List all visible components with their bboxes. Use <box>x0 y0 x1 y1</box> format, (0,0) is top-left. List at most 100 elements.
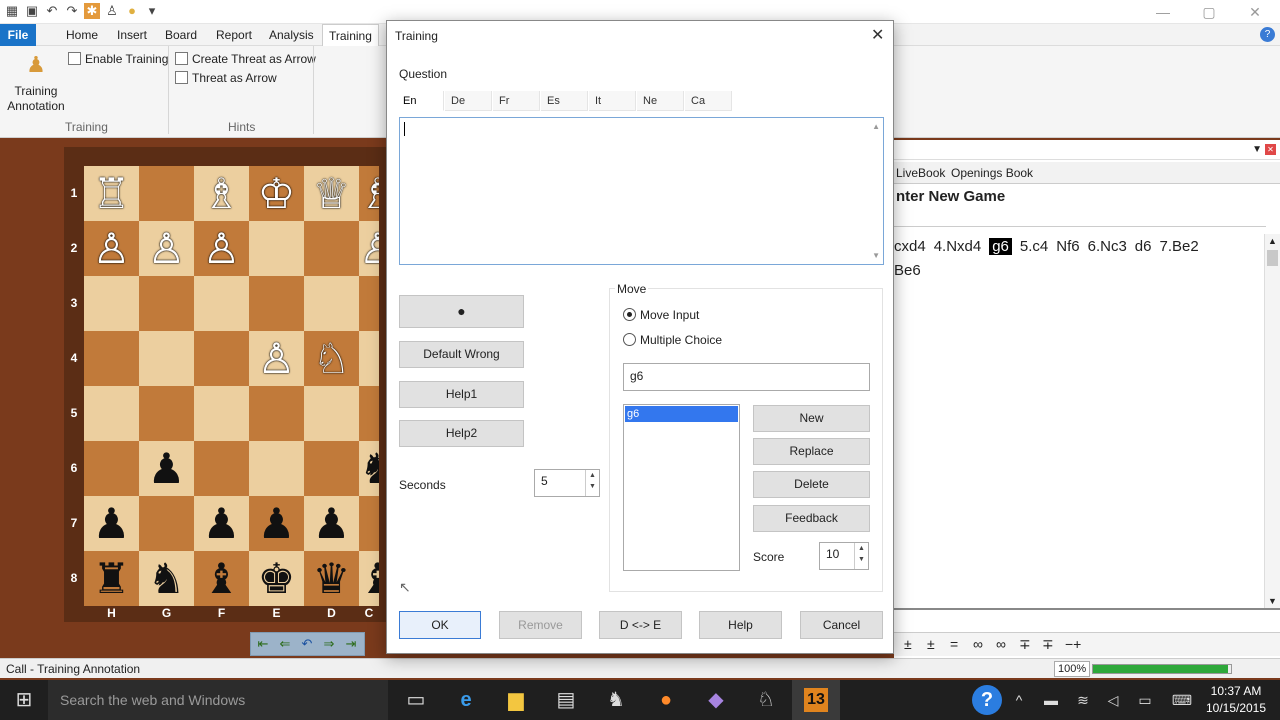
question-textarea[interactable]: ▲ ▼ <box>399 117 884 265</box>
black-piece-icon[interactable]: ♞ <box>148 554 186 603</box>
annotation-symbol-button[interactable]: ± <box>904 636 912 652</box>
board-square[interactable] <box>194 441 249 496</box>
clock-date[interactable]: 10/15/2015 <box>1204 701 1268 715</box>
black-piece-icon[interactable]: ♟ <box>93 499 131 548</box>
board-square[interactable]: ♞ <box>139 551 194 606</box>
board-square[interactable]: ♘ <box>304 331 359 386</box>
board-square[interactable]: ♙ <box>84 221 139 276</box>
tray-chevron-icon[interactable]: ^ <box>1006 680 1032 720</box>
board-square[interactable] <box>194 331 249 386</box>
volume-icon[interactable]: ◁ <box>1100 680 1126 720</box>
replace-button[interactable]: Replace <box>753 438 870 465</box>
black-piece-icon[interactable]: ♞ <box>359 441 379 496</box>
textarea-scroll-down-icon[interactable]: ▼ <box>872 251 880 260</box>
annotation-symbol-button[interactable]: ± <box>927 636 935 652</box>
move-token[interactable]: Nf6 <box>1056 238 1079 255</box>
board-square[interactable] <box>304 386 359 441</box>
tab-it[interactable]: It <box>589 91 636 111</box>
move-be6[interactable]: Be6 <box>894 262 921 279</box>
ok-button[interactable]: OK <box>399 611 481 639</box>
spinner-arrows-icon[interactable]: ▲ ▼ <box>585 470 599 496</box>
board-square[interactable] <box>249 386 304 441</box>
pane-splitter[interactable] <box>894 608 1280 610</box>
scroll-down-icon[interactable]: ▼ <box>1268 596 1277 606</box>
chessbase-icon[interactable]: 13 <box>792 680 840 720</box>
board-square[interactable]: ♞ <box>359 441 379 496</box>
close-window-icon[interactable]: ✕ <box>1240 3 1270 21</box>
wifi-icon[interactable]: ≋ <box>1070 680 1096 720</box>
white-piece-icon[interactable]: ♙ <box>203 224 241 273</box>
scroll-thumb[interactable] <box>1267 250 1278 266</box>
cancel-button[interactable]: Cancel <box>800 611 883 639</box>
tab-ca[interactable]: Ca <box>685 91 732 111</box>
annotation-symbol-button[interactable]: ∞ <box>996 636 1006 652</box>
pane-dropdown-icon[interactable]: ▼ <box>1252 144 1262 155</box>
annotation-symbol-button[interactable]: ∞ <box>973 636 983 652</box>
menu-report[interactable]: Report <box>210 24 258 46</box>
white-piece-icon[interactable]: ♕ <box>313 169 351 218</box>
white-piece-icon[interactable]: ♘ <box>313 334 351 383</box>
last-move-icon[interactable]: ⇥ <box>341 635 361 653</box>
white-piece-icon[interactable]: ♙ <box>258 334 296 383</box>
move-input-radio[interactable]: Move Input <box>623 308 699 322</box>
tab-livebook[interactable]: LiveBook <box>896 166 945 180</box>
board-square[interactable]: ♛ <box>304 551 359 606</box>
black-piece-icon[interactable]: ♟ <box>258 499 296 548</box>
windows-start-icon[interactable]: ⊞ <box>0 680 48 720</box>
board-square[interactable]: ♜ <box>84 551 139 606</box>
board-square[interactable] <box>139 496 194 551</box>
help1-button[interactable]: Help1 <box>399 381 524 408</box>
board-square[interactable]: ♟ <box>249 496 304 551</box>
undo-icon[interactable]: ↶ <box>44 3 60 19</box>
black-piece-icon[interactable]: ♚ <box>258 554 296 603</box>
file-explorer-icon[interactable]: ▆ <box>492 680 540 720</box>
spinner-arrows-icon[interactable]: ▲ ▼ <box>854 543 868 569</box>
annotation-symbol-button[interactable]: = <box>950 636 958 652</box>
board-square[interactable] <box>139 331 194 386</box>
black-piece-icon[interactable]: ♟ <box>148 444 186 493</box>
new-button[interactable]: New <box>753 405 870 432</box>
move-token[interactable]: cxd4 <box>894 238 926 255</box>
board-square[interactable]: ♙ <box>139 221 194 276</box>
board-square[interactable]: ♟ <box>84 496 139 551</box>
board-square[interactable] <box>249 441 304 496</box>
board-square[interactable] <box>304 276 359 331</box>
create-threat-arrow-checkbox[interactable]: Create Threat as Arrow <box>175 52 316 66</box>
board-square[interactable]: ♝ <box>359 551 379 606</box>
menu-board[interactable]: Board <box>159 24 203 46</box>
white-piece-icon[interactable]: ♗ <box>359 166 379 221</box>
pane-close-icon[interactable]: ✕ <box>1265 144 1276 155</box>
feedback-button[interactable]: Feedback <box>753 505 870 532</box>
enable-training-checkbox[interactable]: Enable Training <box>68 52 168 66</box>
board-square[interactable]: ♗ <box>359 166 379 221</box>
menu-analysis[interactable]: Analysis <box>263 24 320 46</box>
move-token[interactable]: 5.c4 <box>1020 238 1048 255</box>
board-square[interactable] <box>359 276 379 331</box>
next-move-icon[interactable]: ⇒ <box>319 635 339 653</box>
board-square[interactable]: ♙ <box>194 221 249 276</box>
move-field[interactable]: g6 <box>623 363 870 391</box>
move-listbox[interactable]: g6 <box>623 404 740 571</box>
remove-button[interactable]: Remove <box>499 611 582 639</box>
chess-app-icon[interactable]: ♘ <box>742 680 790 720</box>
board-square[interactable]: ♟ <box>139 441 194 496</box>
default-wrong-button[interactable]: Default Wrong <box>399 341 524 368</box>
board-square[interactable]: ♚ <box>249 551 304 606</box>
board-square[interactable] <box>84 441 139 496</box>
board-square[interactable]: ♕ <box>304 166 359 221</box>
search-box[interactable]: Search the web and Windows <box>48 680 388 720</box>
minimize-icon[interactable]: — <box>1148 3 1178 21</box>
board-square[interactable] <box>249 221 304 276</box>
dialog-close-icon[interactable]: ✕ <box>871 25 884 45</box>
delete-button[interactable]: Delete <box>753 471 870 498</box>
fritz-icon[interactable]: ♞ <box>592 680 640 720</box>
zoom-level[interactable]: 100% <box>1054 661 1090 677</box>
store-icon[interactable]: ▤ <box>542 680 590 720</box>
task-view-icon[interactable]: ▭ <box>392 680 440 720</box>
menu-insert[interactable]: Insert <box>111 24 153 46</box>
pawn-quick-icon[interactable]: ♙ <box>104 3 120 19</box>
keyboard-icon[interactable]: ⌨ <box>1166 680 1198 720</box>
visual-studio-icon[interactable]: ◆ <box>692 680 740 720</box>
quick-access-dropdown-icon[interactable]: ▾ <box>144 3 160 19</box>
board-square[interactable] <box>359 386 379 441</box>
